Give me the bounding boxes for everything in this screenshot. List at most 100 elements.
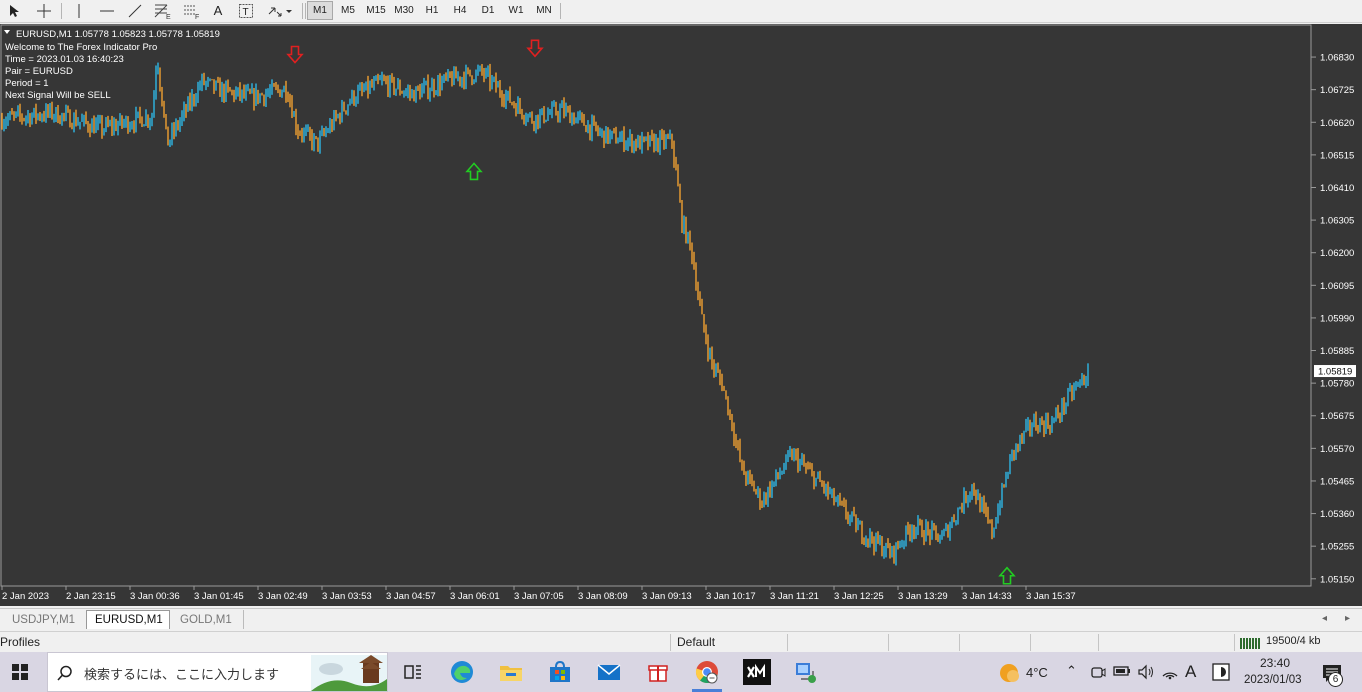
text-label-icon[interactable]: T	[236, 1, 256, 20]
taskbar: 検索するには、ここに入力します 4°C ⌃ A 23:40 2023/01/03…	[0, 652, 1362, 692]
price-tick-label: 1.05465	[1320, 476, 1354, 487]
network-app-icon[interactable]	[793, 659, 819, 685]
time-tick-label: 3 Jan 06:01	[450, 591, 500, 602]
toolbar-divider	[302, 3, 303, 19]
symbol-ohlc-line: EURUSD,M1 1.05778 1.05823 1.05778 1.0581…	[16, 29, 220, 40]
time-tick-label: 3 Jan 12:25	[834, 591, 884, 602]
time-tick-label: 3 Jan 13:29	[898, 591, 948, 602]
price-tick-label: 1.06305	[1320, 216, 1354, 227]
tab-scroll-left-icon[interactable]: ◂	[1322, 613, 1327, 624]
status-traffic: 19500/4 kb	[1266, 635, 1321, 647]
price-tick-label: 1.05885	[1320, 346, 1354, 357]
tab-gold[interactable]: GOLD,M1	[172, 610, 244, 629]
time-tick-label: 3 Jan 11:21	[770, 591, 819, 602]
fibonacci-fan-icon[interactable]: F	[179, 1, 203, 20]
text-label-letter: T	[243, 7, 249, 18]
timeframe-m5[interactable]: M5	[335, 1, 361, 20]
status-bar: Profiles Default 19500/4 kb	[0, 631, 1362, 653]
gift-icon[interactable]	[645, 659, 671, 685]
security-app-icon[interactable]	[1212, 663, 1230, 681]
weather-temperature[interactable]: 4°C	[1026, 665, 1048, 680]
trendline-icon[interactable]	[124, 1, 146, 20]
time-tick-label: 2 Jan 2023	[2, 591, 49, 602]
time-tick-label: 3 Jan 15:37	[1026, 591, 1076, 602]
ime-indicator[interactable]: A	[1185, 662, 1196, 682]
price-tick-label: 1.06725	[1320, 85, 1354, 96]
time-tick-label: 3 Jan 03:53	[322, 591, 372, 602]
cursor-icon[interactable]	[4, 1, 24, 20]
clock-date[interactable]: 2023/01/03	[1244, 674, 1302, 686]
timeframe-m15[interactable]: M15	[363, 1, 389, 20]
price-axis[interactable]: 1.06830 1.06725 1.06620 1.06515 1.06410 1.063…	[1311, 53, 1356, 586]
fibonacci-fan-letter: F	[195, 14, 199, 19]
timeframe-h1[interactable]: H1	[419, 1, 445, 20]
price-tick-label: 1.05990	[1320, 313, 1354, 324]
mail-icon[interactable]	[596, 659, 622, 685]
toolbar: E F A T M1 M5 M15 M30 H1 H4 D1 W1 MN	[0, 0, 1362, 23]
price-tick-label: 1.05570	[1320, 444, 1354, 455]
fibonacci-letter: E	[166, 14, 171, 19]
timeframe-w1[interactable]: W1	[503, 1, 529, 20]
taskbar-search-box[interactable]: 検索するには、ここに入力します	[47, 652, 388, 692]
current-price-label: 1.05819	[1318, 367, 1352, 378]
timeframe-m1[interactable]: M1	[307, 1, 333, 20]
clock-time[interactable]: 23:40	[1260, 656, 1290, 670]
info-next-signal: Next Signal Will be SELL	[5, 90, 111, 101]
time-axis[interactable]: 2 Jan 2023 2 Jan 23:15 3 Jan 00:36 3 Jan 01…	[1, 586, 1076, 602]
search-placeholder: 検索するには、ここに入力します	[84, 668, 280, 683]
toolbar-divider	[305, 3, 306, 19]
timeframe-d1[interactable]: D1	[475, 1, 501, 20]
notification-count-badge: 6	[1328, 672, 1343, 687]
horizontal-line-icon[interactable]	[96, 1, 118, 20]
price-chart[interactable]: 1.06830 1.06725 1.06620 1.06515 1.06410 1.063…	[0, 24, 1362, 606]
time-tick-label: 3 Jan 09:13	[642, 591, 692, 602]
edge-icon[interactable]	[449, 659, 475, 685]
time-tick-label: 3 Jan 00:36	[130, 591, 180, 602]
time-tick-label: 3 Jan 02:49	[258, 591, 308, 602]
weather-icon[interactable]	[998, 662, 1020, 684]
price-tick-label: 1.05360	[1320, 509, 1354, 520]
notification-count: 6	[1332, 674, 1339, 685]
speaker-icon[interactable]	[1137, 664, 1155, 680]
search-icon	[57, 665, 72, 681]
price-tick-label: 1.05255	[1320, 542, 1354, 553]
text-icon[interactable]: A	[208, 1, 228, 20]
timeframe-h4[interactable]: H4	[447, 1, 473, 20]
price-tick-label: 1.06515	[1320, 150, 1354, 161]
crosshair-icon[interactable]	[34, 1, 54, 20]
info-pair: Pair = EURUSD	[5, 66, 73, 77]
toolbar-divider	[560, 3, 561, 19]
tab-eurusd[interactable]: EURUSD,M1	[86, 610, 170, 629]
fibonacci-icon[interactable]: E	[150, 1, 174, 20]
tab-scroll-right-icon[interactable]: ▸	[1345, 613, 1350, 624]
timeframe-m30[interactable]: M30	[391, 1, 417, 20]
arrows-icon[interactable]	[264, 1, 294, 20]
task-view-icon[interactable]	[400, 659, 426, 685]
windows-start-icon[interactable]	[12, 664, 28, 680]
price-tick-label: 1.06830	[1320, 53, 1354, 64]
meet-now-icon[interactable]	[1090, 664, 1106, 680]
wifi-icon[interactable]	[1161, 664, 1179, 680]
info-welcome: Welcome to The Forex Indicator Pro	[5, 42, 157, 53]
battery-icon[interactable]	[1113, 665, 1131, 677]
price-tick-label: 1.05780	[1320, 379, 1354, 390]
tab-usdjpy[interactable]: USDJPY,M1	[4, 610, 84, 629]
chrome-icon[interactable]	[694, 659, 720, 685]
price-tick-label: 1.05150	[1320, 574, 1354, 585]
time-tick-label: 3 Jan 04:57	[386, 591, 436, 602]
status-profile-name: Default	[677, 635, 716, 649]
chart-window[interactable]: 1.06830 1.06725 1.06620 1.06515 1.06410 1.063…	[0, 24, 1362, 606]
vertical-line-icon[interactable]	[70, 1, 88, 20]
chart-tabs: USDJPY,M1 EURUSD,M1 GOLD,M1 ◂ ▸	[0, 608, 1362, 631]
info-period: Period = 1	[5, 78, 49, 89]
xm-icon[interactable]	[743, 659, 771, 685]
search-highlight-image	[311, 655, 387, 691]
price-tick-label: 1.05675	[1320, 411, 1354, 422]
file-explorer-icon[interactable]	[498, 659, 524, 685]
tray-expand-icon[interactable]: ⌃	[1066, 663, 1077, 679]
chart-plot-area[interactable]	[0, 24, 1312, 587]
timeframe-mn[interactable]: MN	[531, 1, 557, 20]
info-time: Time = 2023.01.03 16:40:23	[5, 54, 124, 65]
store-icon[interactable]	[547, 659, 573, 685]
status-profiles[interactable]: Profiles	[0, 635, 40, 649]
